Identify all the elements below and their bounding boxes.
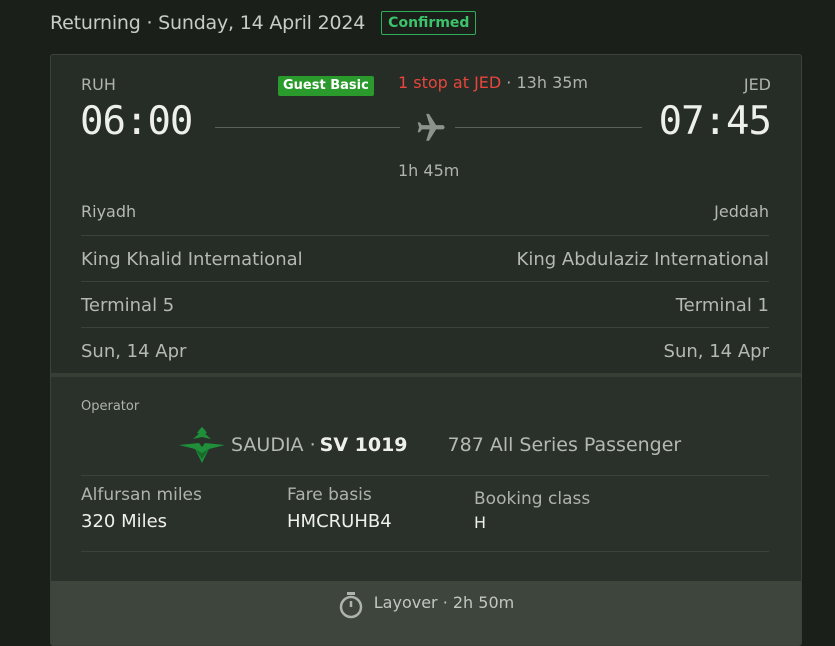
separator-dot: · — [501, 73, 517, 92]
layover-text: Layover · 2h 50m — [373, 593, 515, 612]
flight-number: SV 1019 — [319, 434, 408, 456]
stops-info[interactable]: 1 stop at JED · 13h 35m — [398, 73, 588, 92]
destination-code: JED — [743, 75, 771, 94]
segment-duration: 1h 45m — [398, 161, 460, 180]
terminal-row: Terminal 5 Terminal 1 — [81, 281, 769, 328]
arrival-time: 07:45 — [658, 99, 772, 144]
miles-value: 320 Miles — [81, 511, 168, 532]
trip-header: Returning · Sunday, 14 April 2024 Confir… — [50, 8, 477, 38]
date-row: Sun, 14 Apr Sun, 14 Apr — [81, 327, 769, 374]
miles-info: Alfursan miles 320 Miles — [81, 485, 202, 532]
origin-code: RUH — [81, 75, 116, 94]
origin-city: Riyadh — [81, 201, 137, 221]
saudia-palm-logo-icon — [179, 427, 225, 463]
booking-class-info: Booking class H — [474, 489, 590, 532]
status-badge: Confirmed — [381, 11, 477, 35]
origin-terminal: Terminal 5 — [81, 294, 175, 316]
trip-title: Returning · Sunday, 14 April 2024 — [50, 12, 366, 34]
stopwatch-icon — [339, 592, 362, 619]
airline-row: SAUDIA · SV 1019 787 All Series Passenge… — [177, 425, 681, 465]
details-divider-top — [81, 475, 769, 476]
departure-time: 06:00 — [80, 99, 193, 144]
destination-airport: King Abdulaziz International — [516, 248, 769, 270]
airport-row: King Khalid International King Abdulaziz… — [81, 235, 769, 282]
departure-date: Sun, 14 Apr — [81, 340, 187, 362]
route-line-left — [215, 127, 400, 128]
origin-airport: King Khalid International — [81, 248, 303, 270]
operator-section: Operator SAUDIA · SV 1019 787 All Series… — [51, 377, 801, 581]
operator-label: Operator — [81, 399, 140, 414]
fare-badge: Guest Basic — [278, 76, 374, 96]
route-line-right — [455, 127, 642, 128]
aircraft-type: 787 All Series Passenger — [447, 434, 682, 456]
fare-basis-value: HMCRUHB4 — [287, 511, 392, 532]
arrival-date: Sun, 14 Apr — [663, 340, 769, 362]
city-row: Riyadh Jeddah — [81, 188, 769, 234]
details-divider-bottom — [81, 551, 769, 552]
booking-class-value: H — [474, 513, 487, 532]
flight-card: RUH JED 06:00 07:45 Guest Basic 1 stop a… — [50, 54, 802, 646]
plane-icon — [417, 113, 445, 141]
layover-bar[interactable]: Layover · 2h 50m — [51, 581, 801, 645]
destination-terminal: Terminal 1 — [675, 294, 769, 316]
airline-name: SAUDIA · — [231, 434, 316, 456]
fare-basis-info: Fare basis HMCRUHB4 — [287, 485, 392, 532]
miles-label: Alfursan miles — [81, 485, 202, 505]
booking-class-label: Booking class — [474, 489, 591, 509]
total-duration: 13h 35m — [516, 73, 589, 92]
destination-city: Jeddah — [714, 201, 769, 221]
fare-basis-label: Fare basis — [287, 485, 372, 505]
stops-text: 1 stop at JED — [398, 73, 502, 92]
